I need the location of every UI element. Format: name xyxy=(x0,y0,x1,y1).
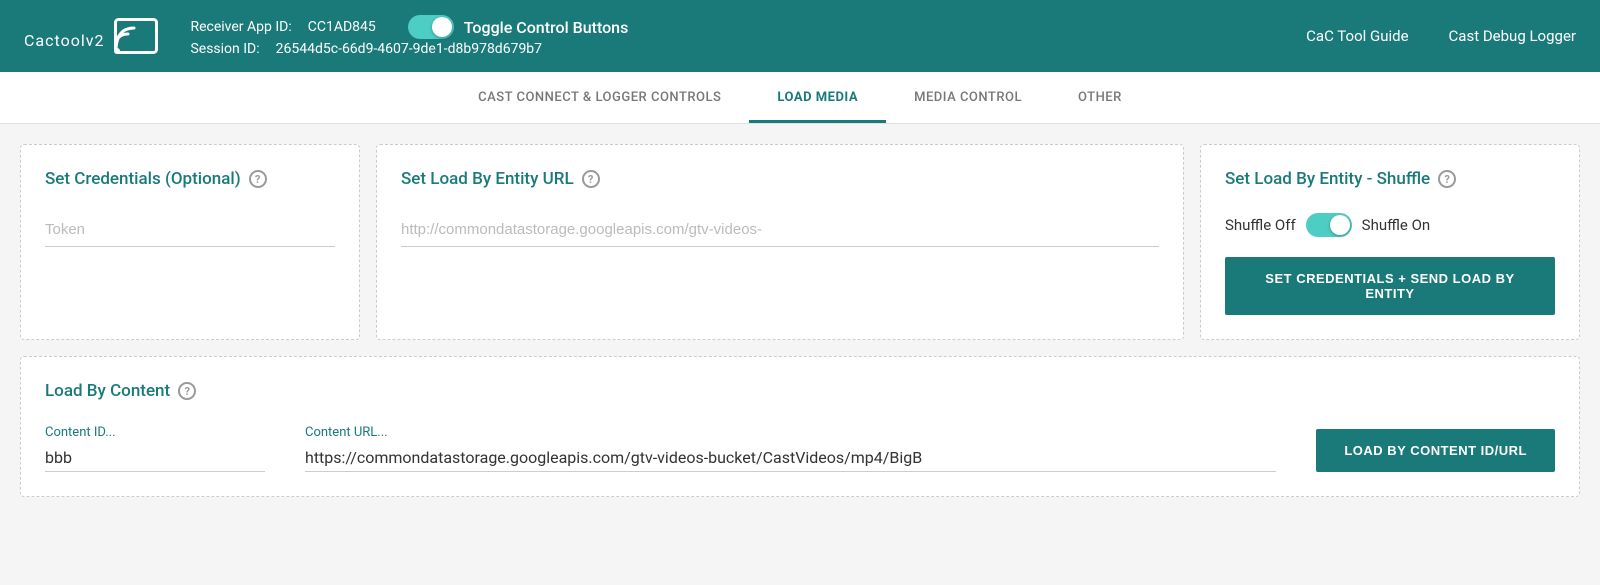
logo-version: v2 xyxy=(86,31,105,50)
logo-text: Cactoolv2 xyxy=(24,20,104,53)
main-content: Set Credentials (Optional) ? Set Load By… xyxy=(0,124,1600,517)
receiver-app-id: CC1AD845 xyxy=(308,19,376,35)
entity-url-card: Set Load By Entity URL ? xyxy=(376,144,1184,340)
content-id-group: Content ID... bbb xyxy=(45,425,265,472)
load-content-card: Load By Content ? Content ID... bbb Cont… xyxy=(20,356,1580,497)
cac-tool-guide-link[interactable]: CaC Tool Guide xyxy=(1306,27,1408,45)
content-id-value[interactable]: bbb xyxy=(45,444,265,472)
set-credentials-send-load-button[interactable]: SET CREDENTIALS + SEND LOAD BY ENTITY xyxy=(1225,257,1555,315)
session-row: Session ID: 26544d5c-66d9-4607-9de1-d8b9… xyxy=(190,41,1306,57)
cast-debug-logger-link[interactable]: Cast Debug Logger xyxy=(1449,27,1576,45)
content-id-label: Content ID... xyxy=(45,425,265,440)
header-nav: CaC Tool Guide Cast Debug Logger xyxy=(1306,27,1576,45)
session-label: Session ID: xyxy=(190,41,259,57)
app-header: Cactoolv2 Receiver App ID: CC1AD845 Togg… xyxy=(0,0,1600,72)
receiver-app-row: Receiver App ID: CC1AD845 Toggle Control… xyxy=(190,15,1306,39)
tab-load-media[interactable]: LOAD MEDIA xyxy=(749,72,886,123)
shuffle-on-label: Shuffle On xyxy=(1362,216,1431,234)
shuffle-toggle-row: Shuffle Off Shuffle On xyxy=(1225,213,1555,237)
load-content-help-icon[interactable]: ? xyxy=(178,382,196,400)
shuffle-card-title: Set Load By Entity - Shuffle ? xyxy=(1225,169,1555,189)
credentials-help-icon[interactable]: ? xyxy=(249,170,267,188)
tab-cast-connect[interactable]: CAST CONNECT & LOGGER CONTROLS xyxy=(450,72,749,123)
toggle-label: Toggle Control Buttons xyxy=(464,18,629,37)
toggle-control-buttons[interactable] xyxy=(408,15,454,39)
session-id: 26544d5c-66d9-4607-9de1-d8b978d679b7 xyxy=(276,41,542,57)
token-input[interactable] xyxy=(45,213,335,247)
top-cards-row: Set Credentials (Optional) ? Set Load By… xyxy=(20,144,1580,340)
tab-media-control[interactable]: MEDIA CONTROL xyxy=(886,72,1050,123)
content-url-value[interactable]: https://commondatastorage.googleapis.com… xyxy=(305,444,1276,472)
load-content-card-title: Load By Content ? xyxy=(45,381,1555,401)
receiver-app-label: Receiver App ID: xyxy=(190,19,291,35)
content-url-group: Content URL... https://commondatastorage… xyxy=(305,425,1276,472)
cast-icon xyxy=(114,18,158,54)
toggle-section: Toggle Control Buttons xyxy=(408,15,629,39)
entity-url-help-icon[interactable]: ? xyxy=(582,170,600,188)
credentials-card: Set Credentials (Optional) ? xyxy=(20,144,360,340)
header-info: Receiver App ID: CC1AD845 Toggle Control… xyxy=(190,15,1306,57)
logo: Cactoolv2 xyxy=(24,18,158,54)
entity-url-input[interactable] xyxy=(401,213,1159,247)
tab-other[interactable]: OTHER xyxy=(1050,72,1150,123)
credentials-card-title: Set Credentials (Optional) ? xyxy=(45,169,335,189)
tabs-bar: CAST CONNECT & LOGGER CONTROLS LOAD MEDI… xyxy=(0,72,1600,124)
shuffle-card: Set Load By Entity - Shuffle ? Shuffle O… xyxy=(1200,144,1580,340)
content-url-label: Content URL... xyxy=(305,425,1276,440)
shuffle-toggle[interactable] xyxy=(1306,213,1352,237)
entity-url-card-title: Set Load By Entity URL ? xyxy=(401,169,1159,189)
shuffle-off-label: Shuffle Off xyxy=(1225,216,1296,234)
load-content-button[interactable]: LOAD BY CONTENT ID/URL xyxy=(1316,429,1555,472)
shuffle-help-icon[interactable]: ? xyxy=(1438,170,1456,188)
content-fields-row: Content ID... bbb Content URL... https:/… xyxy=(45,425,1555,472)
